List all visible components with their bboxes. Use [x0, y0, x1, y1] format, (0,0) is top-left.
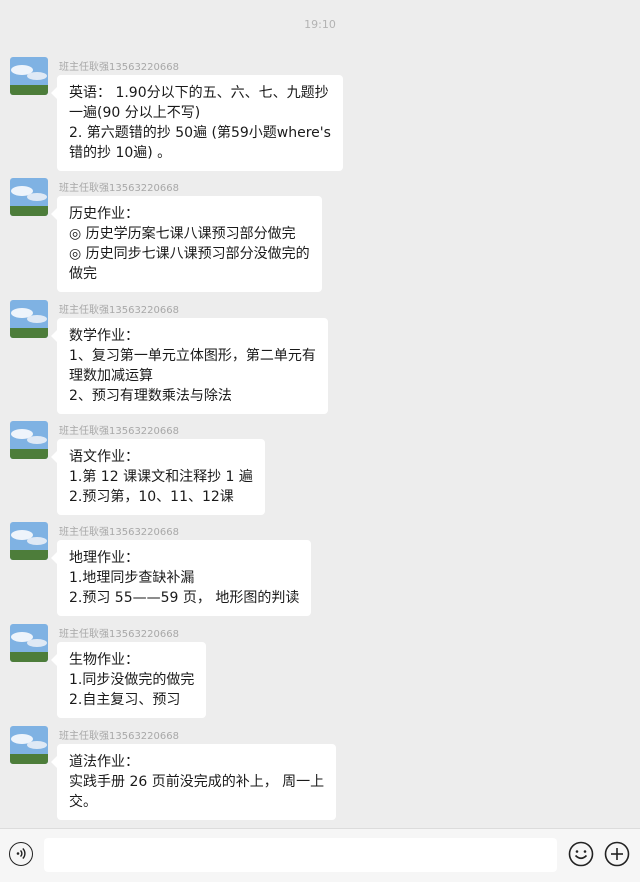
message-line: ◎ 历史学历案七课八课预习部分做完	[69, 226, 296, 242]
sky-landscape-icon	[10, 421, 48, 459]
message-bubble[interactable]: 生物作业： 1.同步没做完的做完 2.自主复习、预习	[50, 642, 207, 718]
message-line: 理数加减运算	[69, 368, 153, 384]
avatar[interactable]	[10, 624, 48, 662]
message-line: 1.地理同步查缺补漏	[69, 570, 195, 586]
message-bubble[interactable]: 道法作业： 实践手册 26 页前没完成的补上， 周一上 交。	[50, 744, 337, 820]
message-line: 实践手册 26 页前没完成的补上， 周一上	[69, 774, 325, 790]
avatar[interactable]	[10, 300, 48, 338]
message-line: 2.预习 55——59 页， 地形图的判读	[69, 590, 300, 606]
message-line: 2. 第六题错的抄 50遍 (第59小题where's	[69, 125, 331, 141]
avatar[interactable]	[10, 522, 48, 560]
input-bar	[0, 828, 640, 882]
sender-name: 班主任耿强13563220668	[59, 629, 179, 640]
message-bubble[interactable]: 英语： 1.90分以下的五、六、七、九题抄 一遍(90 分以上不写) 2. 第六…	[51, 75, 343, 171]
message-bubble[interactable]: 历史作业： ◎ 历史学历案七课八课预习部分做完 ◎ 历史同步七课八课预习部分没做…	[51, 196, 322, 292]
sender-name: 班主任耿强13563220668	[59, 426, 179, 437]
message-line: 道法作业：	[69, 754, 139, 770]
emoji-icon	[568, 841, 594, 867]
sender-name: 班主任耿强13563220668	[59, 305, 179, 316]
voice-button[interactable]	[9, 842, 33, 866]
sky-landscape-icon	[10, 178, 48, 216]
message-bubble[interactable]: 语文作业： 1.第 12 课课文和注释抄 1 遍 2.预习第，10、11、12课	[51, 439, 265, 515]
message-line: 地理作业：	[69, 550, 139, 566]
message-line: 数学作业：	[69, 328, 139, 344]
message-line: 2、预习有理数乘法与除法	[69, 388, 232, 404]
avatar[interactable]	[10, 57, 48, 95]
sender-name: 班主任耿强13563220668	[59, 62, 179, 73]
emoji-button[interactable]	[568, 841, 594, 867]
message-line: 一遍(90 分以上不写)	[69, 105, 201, 121]
sender-name: 班主任耿强13563220668	[59, 731, 179, 742]
avatar[interactable]	[10, 421, 48, 459]
message-line: 英语： 1.90分以下的五、六、七、九题抄	[69, 85, 329, 101]
message-line: 1.同步没做完的做完	[69, 672, 195, 688]
plus-icon	[604, 841, 630, 867]
voice-icon	[16, 848, 26, 859]
message-line: 2.自主复习、预习	[69, 692, 181, 708]
message-line: 错的抄 10遍) 。	[69, 145, 172, 161]
message-line: 交。	[69, 794, 97, 810]
sky-landscape-icon	[10, 57, 48, 95]
sky-landscape-icon	[10, 522, 48, 560]
sky-landscape-icon	[10, 300, 48, 338]
message-bubble[interactable]: 地理作业： 1.地理同步查缺补漏 2.预习 55——59 页， 地形图的判读	[50, 540, 312, 616]
message-line: 2.预习第，10、11、12课	[69, 489, 234, 505]
message-line: 1.第 12 课课文和注释抄 1 遍	[69, 469, 253, 485]
avatar[interactable]	[10, 726, 48, 764]
sky-landscape-icon	[10, 624, 48, 662]
message-line: ◎ 历史同步七课八课预习部分没做完的	[69, 246, 310, 262]
sky-landscape-icon	[10, 726, 48, 764]
message-line: 历史作业：	[69, 206, 139, 222]
message-line: 语文作业：	[69, 449, 139, 465]
message-line: 做完	[69, 266, 97, 282]
more-button[interactable]	[604, 841, 630, 867]
avatar[interactable]	[10, 178, 48, 216]
message-line: 1、复习第一单元立体图形，第二单元有	[69, 348, 316, 364]
message-input[interactable]	[44, 838, 557, 872]
sender-name: 班主任耿强13563220668	[59, 527, 179, 538]
chat-timestamp: 19:10	[304, 18, 336, 31]
sender-name: 班主任耿强13563220668	[59, 183, 179, 194]
message-bubble[interactable]: 数学作业： 1、复习第一单元立体图形，第二单元有 理数加减运算 2、预习有理数乘…	[51, 318, 328, 414]
message-line: 生物作业：	[69, 652, 139, 668]
